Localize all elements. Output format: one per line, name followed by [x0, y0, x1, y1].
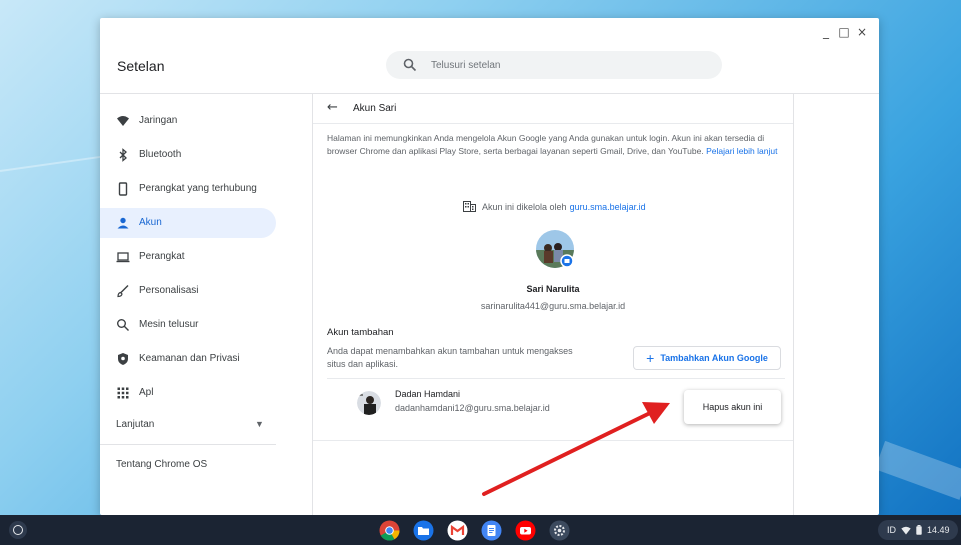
- main-card: ← Akun Sari Halaman ini memungkinkan And…: [312, 94, 794, 515]
- profile-email: sarinarulita441@guru.sma.belajar.id: [480, 301, 626, 311]
- launcher-circle-icon: [13, 525, 23, 535]
- files-icon[interactable]: [413, 520, 434, 541]
- account-name: Dadan Hamdani: [395, 389, 461, 399]
- sidebar: Jaringan Bluetooth Perangkat yang terhub…: [100, 94, 312, 515]
- chevron-down-icon: ▼: [255, 419, 264, 429]
- sidebar-item-label: Mesin telusur: [139, 319, 199, 330]
- sidebar-divider: [100, 444, 276, 445]
- sidebar-item-perangkat-terhubung[interactable]: Perangkat yang terhubung: [100, 174, 276, 204]
- docs-icon[interactable]: [481, 520, 502, 541]
- apps-grid-icon: [117, 387, 129, 399]
- settings-icon[interactable]: [549, 520, 570, 541]
- sidebar-advanced-toggle[interactable]: Lanjutan ▼: [100, 412, 276, 438]
- remove-account-menu-item[interactable]: Hapus akun ini: [684, 390, 781, 424]
- profile-avatar: [536, 230, 574, 268]
- sidebar-item-bluetooth[interactable]: Bluetooth: [100, 140, 276, 170]
- wallpaper-streak: [0, 154, 110, 172]
- page-description: Halaman ini memungkinkan Anda mengelola …: [327, 132, 785, 158]
- sidebar-item-apl[interactable]: Apl: [100, 378, 276, 408]
- sidebar-item-label: Apl: [139, 387, 154, 398]
- sidebar-item-label: Perangkat yang terhubung: [139, 183, 257, 194]
- search-box[interactable]: [386, 51, 722, 79]
- managed-notice: Akun ini dikelola oleh guru.sma.belajar.…: [463, 201, 646, 212]
- sidebar-item-keamanan-privasi[interactable]: Keamanan dan Privasi: [100, 344, 276, 374]
- managed-prefix: Akun ini dikelola oleh: [482, 201, 567, 212]
- settings-window: _ □ × Setelan Jaringan Bluetooth: [100, 18, 879, 515]
- brush-icon: [117, 285, 129, 298]
- launcher-button[interactable]: [9, 521, 27, 539]
- battery-icon: [916, 525, 922, 535]
- sidebar-item-jaringan[interactable]: Jaringan: [100, 106, 276, 136]
- search-input[interactable]: [431, 55, 691, 75]
- wallpaper-streak: [874, 440, 961, 500]
- additional-accounts-title: Akun tambahan: [327, 327, 394, 338]
- close-button[interactable]: ×: [853, 24, 871, 40]
- plus-icon: +: [646, 350, 655, 366]
- search-icon: [403, 58, 417, 72]
- phone-icon: [118, 182, 128, 196]
- sidebar-item-label: Personalisasi: [139, 285, 199, 296]
- add-button-label: Tambahkan Akun Google: [660, 353, 768, 363]
- sidebar-item-label: Bluetooth: [139, 149, 182, 160]
- bluetooth-icon: [119, 148, 127, 162]
- wifi-icon: [901, 526, 911, 534]
- sidebar-item-label: Akun: [139, 217, 162, 228]
- youtube-icon[interactable]: [515, 520, 536, 541]
- maximize-button[interactable]: □: [835, 24, 853, 40]
- add-google-account-button[interactable]: + Tambahkan Akun Google: [633, 346, 781, 370]
- language-indicator: ID: [887, 525, 896, 535]
- shelf-apps: [379, 520, 570, 541]
- sidebar-item-label: Perangkat: [139, 251, 185, 262]
- managed-domain-link[interactable]: guru.sma.belajar.id: [570, 202, 646, 212]
- sidebar-item-personalisasi[interactable]: Personalisasi: [100, 276, 276, 306]
- chrome-icon[interactable]: [379, 520, 400, 541]
- window-controls: _ □ ×: [817, 24, 871, 40]
- sidebar-item-about[interactable]: Tentang Chrome OS: [116, 459, 207, 470]
- sidebar-item-label: Keamanan dan Privasi: [139, 353, 240, 364]
- shelf: ID 14.49: [0, 515, 961, 545]
- sidebar-item-label: Jaringan: [139, 115, 178, 126]
- status-tray[interactable]: ID 14.49: [878, 520, 958, 540]
- wifi-icon: [117, 116, 129, 126]
- description-text: Halaman ini memungkinkan Anda mengelola …: [327, 133, 765, 156]
- advanced-label: Lanjutan: [116, 419, 155, 430]
- subpage-header: ← Akun Sari: [313, 94, 793, 124]
- gmail-icon[interactable]: [447, 520, 468, 541]
- page-title: Akun Sari: [353, 103, 397, 114]
- additional-accounts-description: Anda dapat menambahkan akun tambahan unt…: [327, 346, 573, 369]
- person-icon: [117, 217, 129, 229]
- sidebar-item-akun[interactable]: Akun: [100, 208, 276, 238]
- app-title: Setelan: [117, 58, 165, 74]
- learn-more-link[interactable]: Pelajari lebih lanjut: [706, 146, 777, 156]
- account-avatar: [357, 391, 381, 415]
- shield-icon: [118, 353, 128, 365]
- building-icon: [463, 201, 476, 212]
- sidebar-item-perangkat[interactable]: Perangkat: [100, 242, 276, 272]
- sidebar-item-mesin-telusur[interactable]: Mesin telusur: [100, 310, 276, 340]
- laptop-icon: [116, 252, 130, 263]
- account-email: dadanhamdani12@guru.sma.belajar.id: [395, 403, 550, 413]
- back-arrow-icon[interactable]: ←: [327, 100, 338, 115]
- profile-name: Sari Narulita: [526, 284, 580, 294]
- clock: 14.49: [927, 525, 950, 535]
- minimize-button[interactable]: _: [817, 24, 835, 40]
- search-icon: [117, 319, 129, 331]
- settings-header: Setelan: [100, 44, 879, 94]
